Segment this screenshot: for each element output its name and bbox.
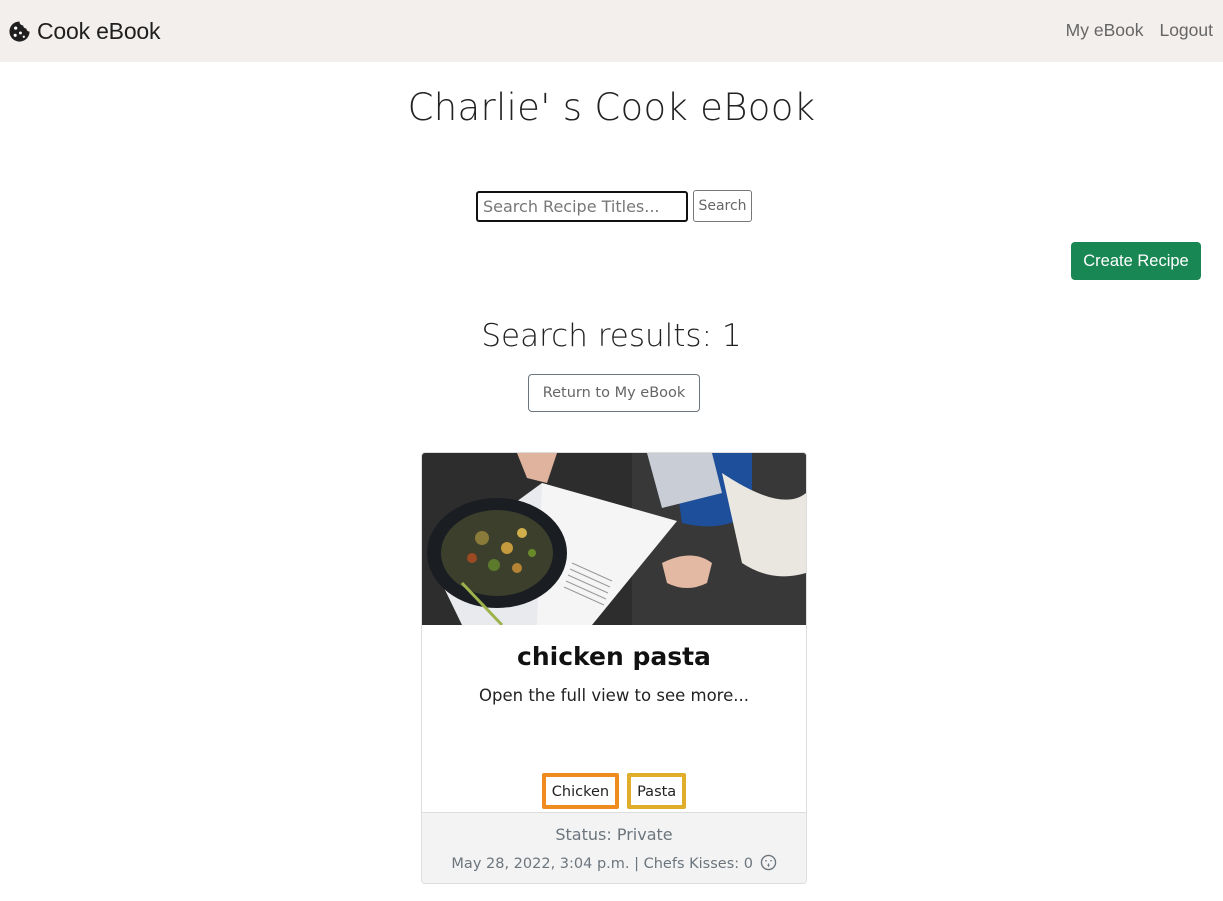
- cookie-icon: [9, 20, 30, 42]
- kiss-face-icon: [760, 854, 776, 871]
- recipe-status: Status: Private: [555, 825, 673, 844]
- search-results-count: 1: [721, 318, 742, 354]
- search-input[interactable]: [476, 190, 688, 222]
- chefs-kisses-count: | Chefs Kisses: 0: [634, 856, 753, 872]
- tag-pasta[interactable]: Pasta: [627, 773, 687, 809]
- tag-chicken[interactable]: Chicken: [541, 773, 620, 809]
- tag-list: Chicken Pasta: [422, 773, 806, 809]
- recipe-title[interactable]: chicken pasta: [422, 642, 806, 671]
- recipe-image: [422, 453, 806, 625]
- nav-links: My eBook Logout: [1066, 20, 1213, 41]
- recipe-date: May 28, 2022, 3:04 p.m.: [451, 856, 630, 872]
- search-button[interactable]: Search: [693, 190, 752, 222]
- page-title: Charlie' s Cook eBook: [407, 86, 816, 129]
- nav-logout-link[interactable]: Logout: [1159, 20, 1213, 41]
- search-results-label: Search results:: [481, 318, 713, 354]
- search-form: Search: [476, 190, 752, 222]
- brand-name: Cook eBook: [37, 17, 161, 44]
- recipe-card[interactable]: chicken pasta Open the full view to see …: [421, 452, 807, 884]
- recipe-meta: May 28, 2022, 3:04 p.m. | Chefs Kisses: …: [422, 854, 806, 872]
- recipe-excerpt: Open the full view to see more...: [479, 686, 749, 705]
- nav-my-ebook-link[interactable]: My eBook: [1066, 20, 1144, 41]
- navbar: Cook eBook My eBook Logout: [0, 0, 1223, 62]
- return-to-ebook-button[interactable]: Return to My eBook: [528, 374, 700, 412]
- brand-link[interactable]: Cook eBook: [8, 17, 161, 45]
- search-results-heading: Search results: 1: [0, 318, 1223, 354]
- create-recipe-button[interactable]: Create Recipe: [1071, 242, 1201, 280]
- recipe-card-footer: Status: Private May 28, 2022, 3:04 p.m. …: [422, 812, 806, 883]
